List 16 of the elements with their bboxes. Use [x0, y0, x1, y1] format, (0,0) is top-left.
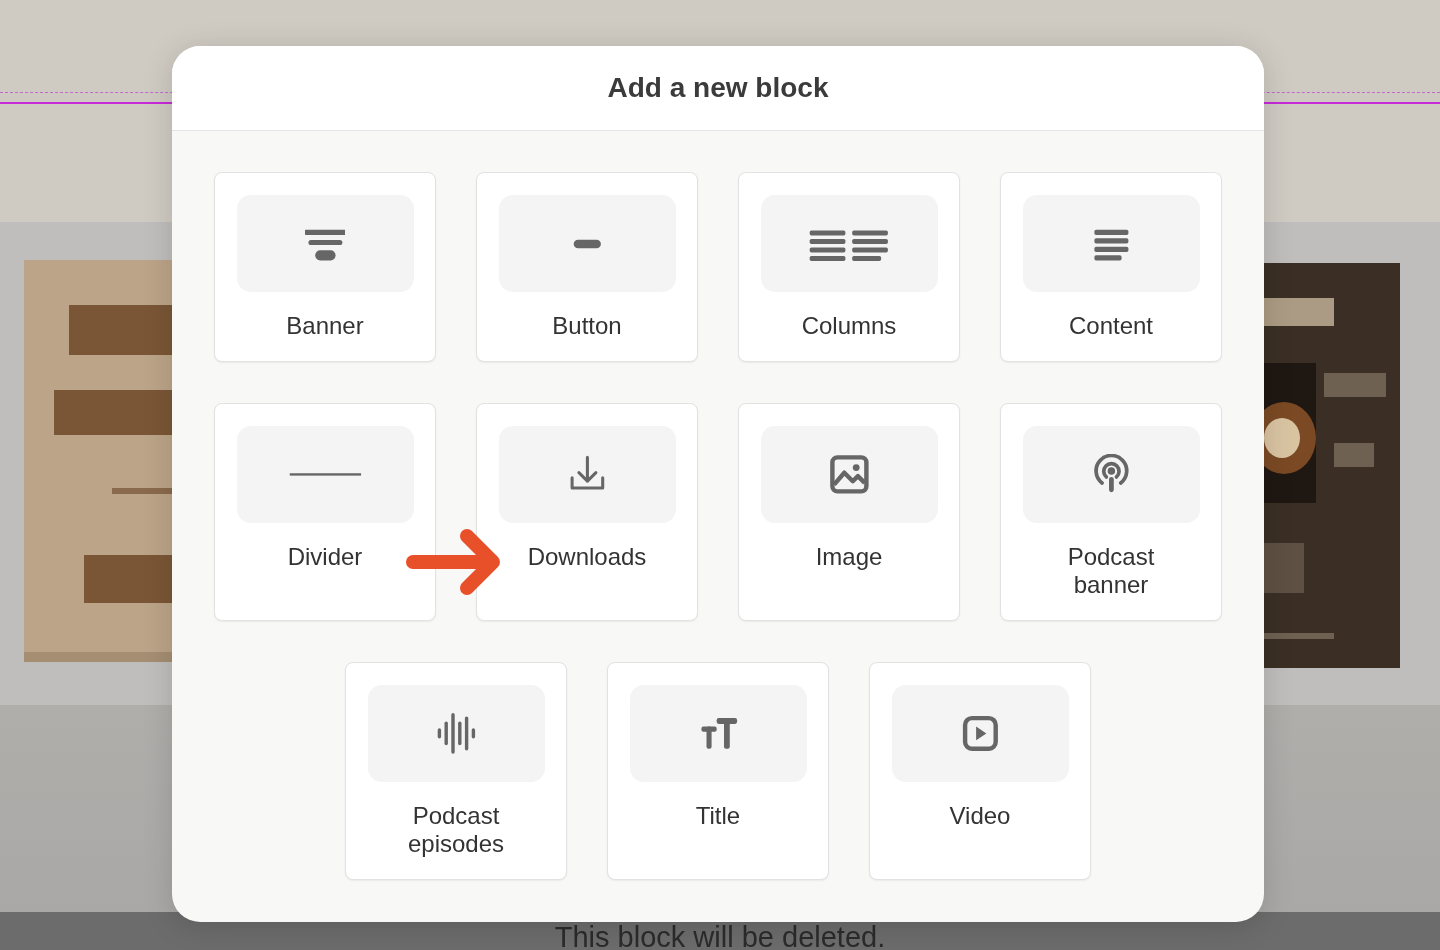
- block-option[interactable]: Image: [738, 403, 960, 621]
- waveform-icon: [435, 713, 477, 754]
- block-option[interactable]: Podcast banner: [1000, 403, 1222, 621]
- block-option[interactable]: Button: [476, 172, 698, 362]
- dialog-title: Add a new block: [607, 72, 829, 104]
- block-option[interactable]: Podcast episodes: [345, 662, 567, 880]
- block-option[interactable]: Banner: [214, 172, 436, 362]
- block-option[interactable]: Title: [607, 662, 829, 880]
- notice-text: This block will be deleted.: [554, 920, 886, 950]
- block-option[interactable]: Content: [1000, 172, 1222, 362]
- block-option[interactable]: Downloads: [476, 403, 698, 621]
- block-option[interactable]: Columns: [738, 172, 960, 362]
- block-option[interactable]: Divider: [214, 403, 436, 621]
- dash-icon: [571, 237, 603, 250]
- image-icon: [828, 454, 870, 495]
- block-option[interactable]: Video: [869, 662, 1091, 880]
